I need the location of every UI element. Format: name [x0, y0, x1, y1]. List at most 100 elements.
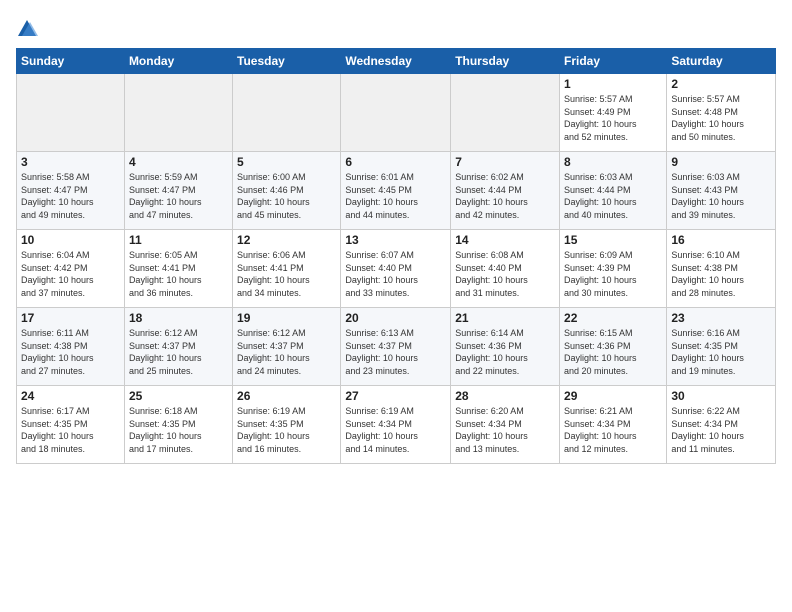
day-number: 8	[564, 155, 662, 169]
day-info: Sunrise: 6:20 AM Sunset: 4:34 PM Dayligh…	[455, 405, 555, 455]
day-number: 30	[671, 389, 771, 403]
calendar-cell: 28 Sunrise: 6:20 AM Sunset: 4:34 PM Dayli…	[451, 386, 560, 464]
day-info: Sunrise: 5:59 AM Sunset: 4:47 PM Dayligh…	[129, 171, 228, 221]
page-container: SundayMondayTuesdayWednesdayThursdayFrid…	[0, 0, 792, 474]
calendar-cell: 1 Sunrise: 5:57 AM Sunset: 4:49 PM Daylig…	[560, 74, 667, 152]
day-info: Sunrise: 6:13 AM Sunset: 4:37 PM Dayligh…	[345, 327, 446, 377]
weekday-header-row: SundayMondayTuesdayWednesdayThursdayFrid…	[17, 49, 776, 74]
calendar-cell: 7 Sunrise: 6:02 AM Sunset: 4:44 PM Daylig…	[451, 152, 560, 230]
calendar-cell: 8 Sunrise: 6:03 AM Sunset: 4:44 PM Daylig…	[560, 152, 667, 230]
calendar-cell: 24 Sunrise: 6:17 AM Sunset: 4:35 PM Dayli…	[17, 386, 125, 464]
day-info: Sunrise: 6:10 AM Sunset: 4:38 PM Dayligh…	[671, 249, 771, 299]
week-row-3: 10 Sunrise: 6:04 AM Sunset: 4:42 PM Dayli…	[17, 230, 776, 308]
day-number: 19	[237, 311, 336, 325]
calendar-cell: 13 Sunrise: 6:07 AM Sunset: 4:40 PM Dayli…	[341, 230, 451, 308]
week-row-4: 17 Sunrise: 6:11 AM Sunset: 4:38 PM Dayli…	[17, 308, 776, 386]
calendar-cell: 6 Sunrise: 6:01 AM Sunset: 4:45 PM Daylig…	[341, 152, 451, 230]
calendar-cell: 3Sunrise: 5:58 AM Sunset: 4:47 PM Daylig…	[17, 152, 125, 230]
day-number: 3	[21, 155, 120, 169]
day-number: 12	[237, 233, 336, 247]
calendar-cell: 19 Sunrise: 6:12 AM Sunset: 4:37 PM Dayli…	[233, 308, 341, 386]
calendar-cell: 14 Sunrise: 6:08 AM Sunset: 4:40 PM Dayli…	[451, 230, 560, 308]
logo	[16, 16, 42, 40]
day-info: Sunrise: 6:05 AM Sunset: 4:41 PM Dayligh…	[129, 249, 228, 299]
day-number: 10	[21, 233, 120, 247]
day-info: Sunrise: 6:18 AM Sunset: 4:35 PM Dayligh…	[129, 405, 228, 455]
calendar-cell: 2Sunrise: 5:57 AM Sunset: 4:48 PM Daylig…	[667, 74, 776, 152]
day-info: Sunrise: 6:04 AM Sunset: 4:42 PM Dayligh…	[21, 249, 120, 299]
calendar: SundayMondayTuesdayWednesdayThursdayFrid…	[16, 48, 776, 464]
calendar-cell: 27Sunrise: 6:19 AM Sunset: 4:34 PM Dayli…	[341, 386, 451, 464]
calendar-cell: 4 Sunrise: 5:59 AM Sunset: 4:47 PM Daylig…	[124, 152, 232, 230]
day-number: 28	[455, 389, 555, 403]
day-number: 13	[345, 233, 446, 247]
calendar-cell: 26 Sunrise: 6:19 AM Sunset: 4:35 PM Dayli…	[233, 386, 341, 464]
day-info: Sunrise: 6:11 AM Sunset: 4:38 PM Dayligh…	[21, 327, 120, 377]
calendar-cell: 18 Sunrise: 6:12 AM Sunset: 4:37 PM Dayli…	[124, 308, 232, 386]
week-row-5: 24 Sunrise: 6:17 AM Sunset: 4:35 PM Dayli…	[17, 386, 776, 464]
day-number: 21	[455, 311, 555, 325]
day-number: 6	[345, 155, 446, 169]
day-info: Sunrise: 6:22 AM Sunset: 4:34 PM Dayligh…	[671, 405, 771, 455]
weekday-header-thursday: Thursday	[451, 49, 560, 74]
day-number: 1	[564, 77, 662, 91]
calendar-cell: 12 Sunrise: 6:06 AM Sunset: 4:41 PM Dayli…	[233, 230, 341, 308]
calendar-cell	[451, 74, 560, 152]
weekday-header-tuesday: Tuesday	[233, 49, 341, 74]
day-info: Sunrise: 6:07 AM Sunset: 4:40 PM Dayligh…	[345, 249, 446, 299]
day-info: Sunrise: 6:08 AM Sunset: 4:40 PM Dayligh…	[455, 249, 555, 299]
day-number: 26	[237, 389, 336, 403]
day-info: Sunrise: 6:02 AM Sunset: 4:44 PM Dayligh…	[455, 171, 555, 221]
header	[16, 16, 776, 40]
calendar-cell: 30 Sunrise: 6:22 AM Sunset: 4:34 PM Dayli…	[667, 386, 776, 464]
calendar-cell: 22Sunrise: 6:15 AM Sunset: 4:36 PM Dayli…	[560, 308, 667, 386]
day-number: 25	[129, 389, 228, 403]
day-info: Sunrise: 6:12 AM Sunset: 4:37 PM Dayligh…	[237, 327, 336, 377]
calendar-cell: 29 Sunrise: 6:21 AM Sunset: 4:34 PM Dayli…	[560, 386, 667, 464]
day-number: 27	[345, 389, 446, 403]
day-number: 4	[129, 155, 228, 169]
day-info: Sunrise: 6:00 AM Sunset: 4:46 PM Dayligh…	[237, 171, 336, 221]
week-row-1: 1 Sunrise: 5:57 AM Sunset: 4:49 PM Daylig…	[17, 74, 776, 152]
day-number: 14	[455, 233, 555, 247]
calendar-cell: 23Sunrise: 6:16 AM Sunset: 4:35 PM Dayli…	[667, 308, 776, 386]
day-number: 11	[129, 233, 228, 247]
day-info: Sunrise: 6:17 AM Sunset: 4:35 PM Dayligh…	[21, 405, 120, 455]
weekday-header-wednesday: Wednesday	[341, 49, 451, 74]
day-info: Sunrise: 6:19 AM Sunset: 4:35 PM Dayligh…	[237, 405, 336, 455]
calendar-cell: 25 Sunrise: 6:18 AM Sunset: 4:35 PM Dayli…	[124, 386, 232, 464]
day-number: 9	[671, 155, 771, 169]
day-number: 16	[671, 233, 771, 247]
day-info: Sunrise: 6:12 AM Sunset: 4:37 PM Dayligh…	[129, 327, 228, 377]
day-number: 18	[129, 311, 228, 325]
calendar-cell: 11 Sunrise: 6:05 AM Sunset: 4:41 PM Dayli…	[124, 230, 232, 308]
day-number: 22	[564, 311, 662, 325]
weekday-header-monday: Monday	[124, 49, 232, 74]
calendar-cell: 21 Sunrise: 6:14 AM Sunset: 4:36 PM Dayli…	[451, 308, 560, 386]
calendar-cell: 15 Sunrise: 6:09 AM Sunset: 4:39 PM Dayli…	[560, 230, 667, 308]
day-number: 29	[564, 389, 662, 403]
day-info: Sunrise: 6:03 AM Sunset: 4:44 PM Dayligh…	[564, 171, 662, 221]
day-number: 2	[671, 77, 771, 91]
weekday-header-sunday: Sunday	[17, 49, 125, 74]
day-number: 24	[21, 389, 120, 403]
day-info: Sunrise: 5:57 AM Sunset: 4:49 PM Dayligh…	[564, 93, 662, 143]
day-number: 7	[455, 155, 555, 169]
day-number: 15	[564, 233, 662, 247]
day-number: 17	[21, 311, 120, 325]
day-info: Sunrise: 6:06 AM Sunset: 4:41 PM Dayligh…	[237, 249, 336, 299]
day-info: Sunrise: 6:09 AM Sunset: 4:39 PM Dayligh…	[564, 249, 662, 299]
day-info: Sunrise: 6:01 AM Sunset: 4:45 PM Dayligh…	[345, 171, 446, 221]
week-row-2: 3Sunrise: 5:58 AM Sunset: 4:47 PM Daylig…	[17, 152, 776, 230]
calendar-cell: 16 Sunrise: 6:10 AM Sunset: 4:38 PM Dayli…	[667, 230, 776, 308]
day-info: Sunrise: 6:21 AM Sunset: 4:34 PM Dayligh…	[564, 405, 662, 455]
calendar-cell: 17 Sunrise: 6:11 AM Sunset: 4:38 PM Dayli…	[17, 308, 125, 386]
calendar-cell	[233, 74, 341, 152]
day-info: Sunrise: 6:16 AM Sunset: 4:35 PM Dayligh…	[671, 327, 771, 377]
weekday-header-friday: Friday	[560, 49, 667, 74]
logo-icon	[16, 18, 38, 40]
day-info: Sunrise: 6:14 AM Sunset: 4:36 PM Dayligh…	[455, 327, 555, 377]
day-number: 5	[237, 155, 336, 169]
calendar-cell	[341, 74, 451, 152]
calendar-cell	[17, 74, 125, 152]
